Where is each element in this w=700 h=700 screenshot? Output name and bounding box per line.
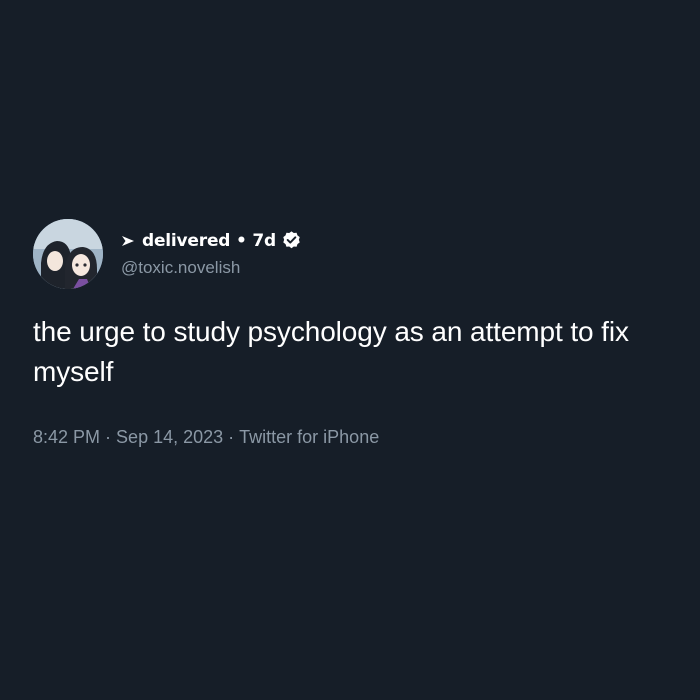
user-names: delivered • 7d @toxic.novelish (121, 230, 302, 279)
display-name: delivered • 7d (142, 230, 276, 251)
separator-dot: · (105, 427, 112, 447)
user-handle[interactable]: @toxic.novelish (121, 257, 302, 279)
tweet-text: the urge to study psychology as an attem… (33, 316, 629, 387)
display-name-row[interactable]: delivered • 7d (121, 230, 302, 252)
tweet-date[interactable]: Sep 14, 2023 (116, 426, 223, 448)
tweet-header: delivered • 7d @toxic.novelish (33, 218, 673, 290)
tweet-source[interactable]: Twitter for iPhone (239, 426, 379, 448)
tweet-time[interactable]: 8:42 PM (33, 426, 100, 448)
tweet: delivered • 7d @toxic.novelish the urge … (33, 218, 673, 448)
separator-dot: · (228, 427, 235, 447)
tweet-meta: 8:42 PM · Sep 14, 2023 · Twitter for iPh… (33, 426, 673, 448)
arrow-right-icon (121, 234, 135, 248)
verified-icon (281, 230, 302, 251)
avatar[interactable] (33, 219, 103, 289)
